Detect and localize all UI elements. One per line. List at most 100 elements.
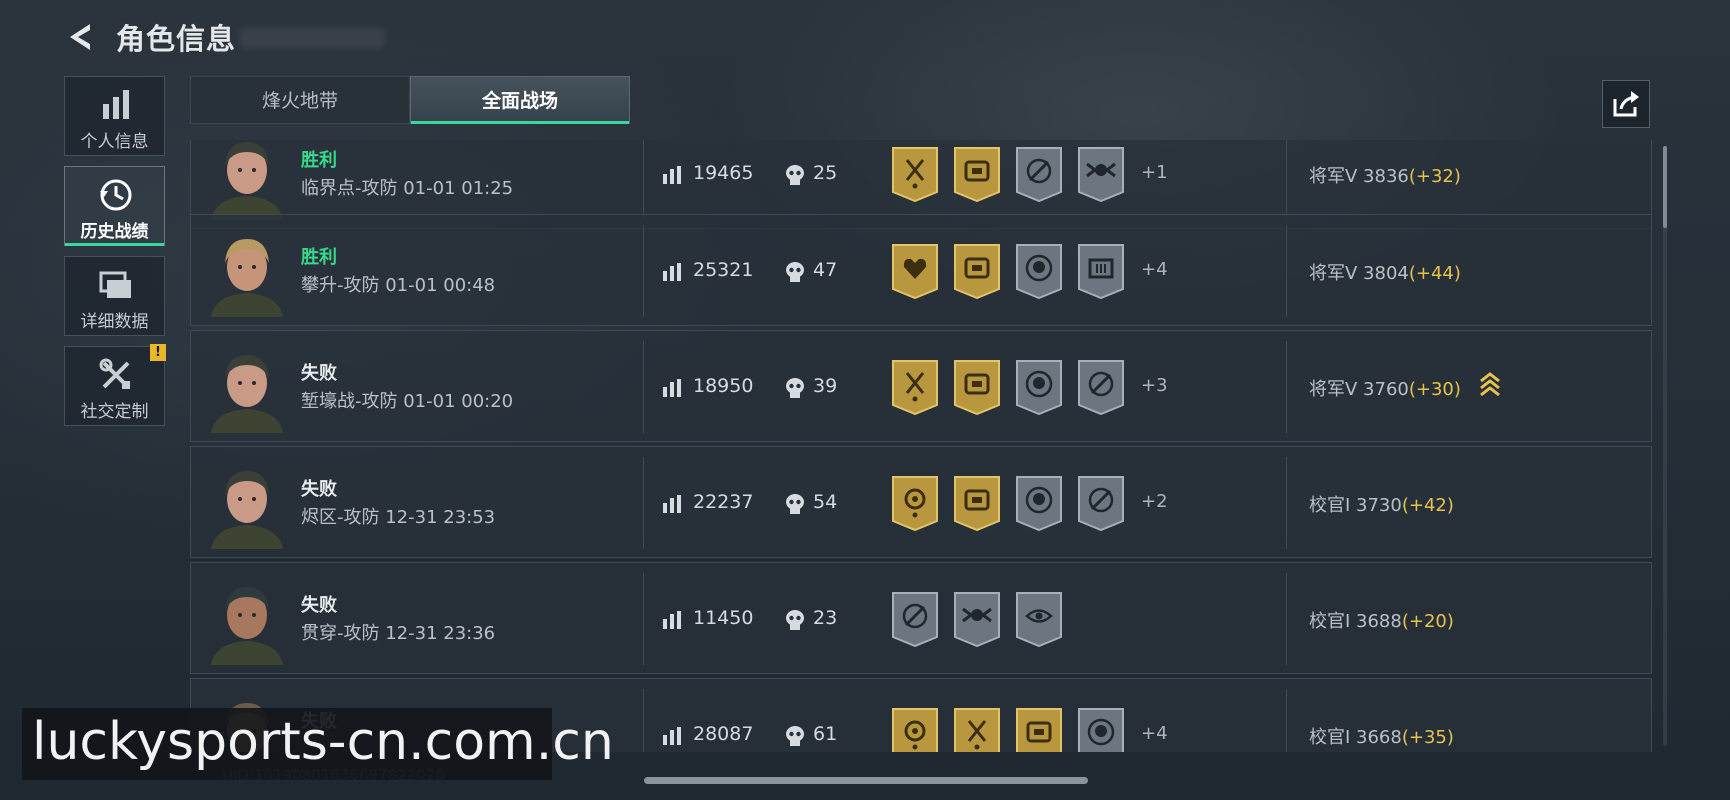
gold-axe-medal-icon[interactable]	[953, 707, 1001, 752]
skull-icon	[786, 165, 804, 185]
divider	[643, 341, 644, 433]
divider	[643, 140, 644, 220]
map-and-time: 攀升-攻防 01-01 00:48	[301, 275, 496, 296]
divider	[643, 457, 644, 549]
rank-points: 校官Ⅰ 3730	[1309, 495, 1402, 516]
rank-score: 校官Ⅰ 3730(+42)	[1309, 491, 1454, 517]
history-icon	[100, 179, 132, 211]
silver-eye-medal-icon[interactable]	[1015, 591, 1063, 647]
score-bar-icon	[663, 379, 681, 397]
match-score: 28087	[693, 723, 754, 745]
gold-axe-medal-icon[interactable]	[891, 359, 939, 415]
silver-skull-medal-icon[interactable]	[1015, 475, 1063, 531]
match-row[interactable]: 失败烬区-攻防 12-31 23:53 22237 54 +2 校官Ⅰ 3730(+42…	[190, 446, 1652, 558]
gold-wreath-medal-icon[interactable]	[891, 707, 939, 752]
match-history-list[interactable]: 胜利 临界点-攻防 01-01 01:25 19465 25 +1 将军V 3836(+3…	[190, 140, 1652, 752]
map-and-time: 烬区-攻防 12-31 23:53	[301, 507, 496, 528]
divider	[1286, 341, 1287, 433]
rank-delta: (+35)	[1401, 727, 1454, 748]
sidebar-item-profile[interactable]: 个人信息	[64, 76, 165, 156]
rank-up-chevron-icon	[1480, 372, 1500, 397]
back-arrow-icon[interactable]	[64, 20, 98, 54]
skull-icon	[786, 494, 804, 514]
map-and-time: 临界点-攻防 01-01 01:25	[301, 178, 514, 199]
rank-points: 校官Ⅰ 3668	[1309, 727, 1402, 748]
match-result: 胜利	[301, 247, 337, 268]
gold-axe-medal-icon[interactable]	[891, 146, 939, 202]
silver-crosshair-medal-icon[interactable]	[891, 591, 939, 647]
scrollbar-thumb[interactable]	[1663, 146, 1667, 228]
tab-warzone[interactable]: 烽火地带	[190, 76, 410, 124]
silver-crosshair-medal-icon[interactable]	[1077, 475, 1125, 531]
match-score: 11450	[693, 607, 754, 629]
silver-crosshair-medal-icon[interactable]	[1015, 146, 1063, 202]
rank-score: 校官Ⅰ 3688(+20)	[1309, 607, 1454, 633]
match-result: 失败	[301, 479, 337, 500]
silver-skull-wings-medal-icon[interactable]	[953, 591, 1001, 647]
match-result: 胜利	[301, 150, 337, 171]
gold-crate-medal-icon[interactable]	[953, 475, 1001, 531]
sidebar-item-label: 个人信息	[80, 132, 149, 152]
match-row[interactable]: 失败 堑壕战-攻防 01-01 00:20 18950 39 +3 将军V 3760(+3…	[190, 330, 1652, 442]
more-medals-count[interactable]: +4	[1141, 723, 1168, 744]
skull-icon	[786, 610, 804, 630]
skull-icon	[786, 378, 804, 398]
silver-skull-wings-medal-icon[interactable]	[1077, 146, 1125, 202]
home-indicator[interactable]	[644, 777, 1088, 784]
divider	[1286, 140, 1287, 220]
score-bar-icon	[663, 495, 681, 513]
alert-badge: !	[150, 344, 166, 361]
sidebar-item-history[interactable]: 历史战绩	[64, 166, 165, 246]
more-medals-count[interactable]: +1	[1141, 162, 1168, 183]
match-score: 18950	[693, 375, 754, 397]
rank-delta: (+32)	[1408, 166, 1461, 187]
gold-crate-medal-icon[interactable]	[953, 243, 1001, 299]
gold-crate-medal-icon[interactable]	[953, 146, 1001, 202]
silver-skull-medal-icon[interactable]	[1015, 243, 1063, 299]
match-result: 失败	[301, 595, 337, 616]
kill-count: 25	[813, 162, 838, 184]
silver-crosshair-medal-icon[interactable]	[1077, 359, 1125, 415]
score-bar-icon	[663, 727, 681, 745]
rank-points: 将军V 3836	[1309, 166, 1409, 187]
kill-count: 61	[813, 723, 838, 745]
rank-score: 将军V 3760(+30)	[1309, 375, 1461, 401]
silver-medkit-medal-icon[interactable]	[1077, 243, 1125, 299]
gold-heart-medal-icon[interactable]	[891, 243, 939, 299]
rank-points: 将军V 3804	[1309, 263, 1409, 284]
gold-crate-medal-icon[interactable]	[953, 359, 1001, 415]
skull-icon	[786, 262, 804, 282]
share-icon	[1613, 91, 1639, 117]
tab-battlefield[interactable]: 全面战场	[410, 76, 630, 124]
match-score: 22237	[693, 491, 754, 513]
silver-skull-medal-icon[interactable]	[1077, 707, 1125, 752]
scrollbar-track[interactable]	[1663, 146, 1667, 746]
more-medals-count[interactable]: +4	[1141, 259, 1168, 280]
rank-score: 校官Ⅰ 3668(+35)	[1309, 723, 1454, 749]
rank-score: 将军V 3836(+32)	[1309, 162, 1461, 188]
page-title: 角色信息	[116, 22, 237, 56]
divider	[643, 573, 644, 665]
match-row[interactable]: 胜利 攀升-攻防 01-01 00:48 25321 47 +4 将军V 3804(+44…	[190, 214, 1652, 326]
more-medals-count[interactable]: +3	[1141, 375, 1168, 396]
divider	[1286, 573, 1287, 665]
bar-chart-icon	[103, 90, 129, 119]
silver-skull-medal-icon[interactable]	[1015, 359, 1063, 415]
rank-delta: (+30)	[1408, 379, 1461, 400]
more-medals-count[interactable]: +2	[1141, 491, 1168, 512]
rank-delta: (+42)	[1401, 495, 1454, 516]
match-row[interactable]: 失败 贯穿-攻防 12-31 23:36 11450 23 校官Ⅰ 3688(+20)	[190, 562, 1652, 674]
gold-crate-medal-icon[interactable]	[1015, 707, 1063, 752]
sidebar-item-details[interactable]: 详细数据	[64, 256, 165, 336]
rank-points: 将军V 3760	[1309, 379, 1409, 400]
share-button[interactable]	[1602, 80, 1650, 128]
tools-icon	[99, 358, 130, 389]
skull-icon	[786, 726, 804, 746]
score-bar-icon	[663, 611, 681, 629]
sidebar-item-label: 历史战绩	[80, 222, 149, 242]
kill-count: 54	[813, 491, 838, 513]
divider	[643, 225, 644, 317]
gold-wreath-medal-icon[interactable]	[891, 475, 939, 531]
divider	[643, 689, 644, 752]
kill-count: 23	[813, 607, 838, 629]
